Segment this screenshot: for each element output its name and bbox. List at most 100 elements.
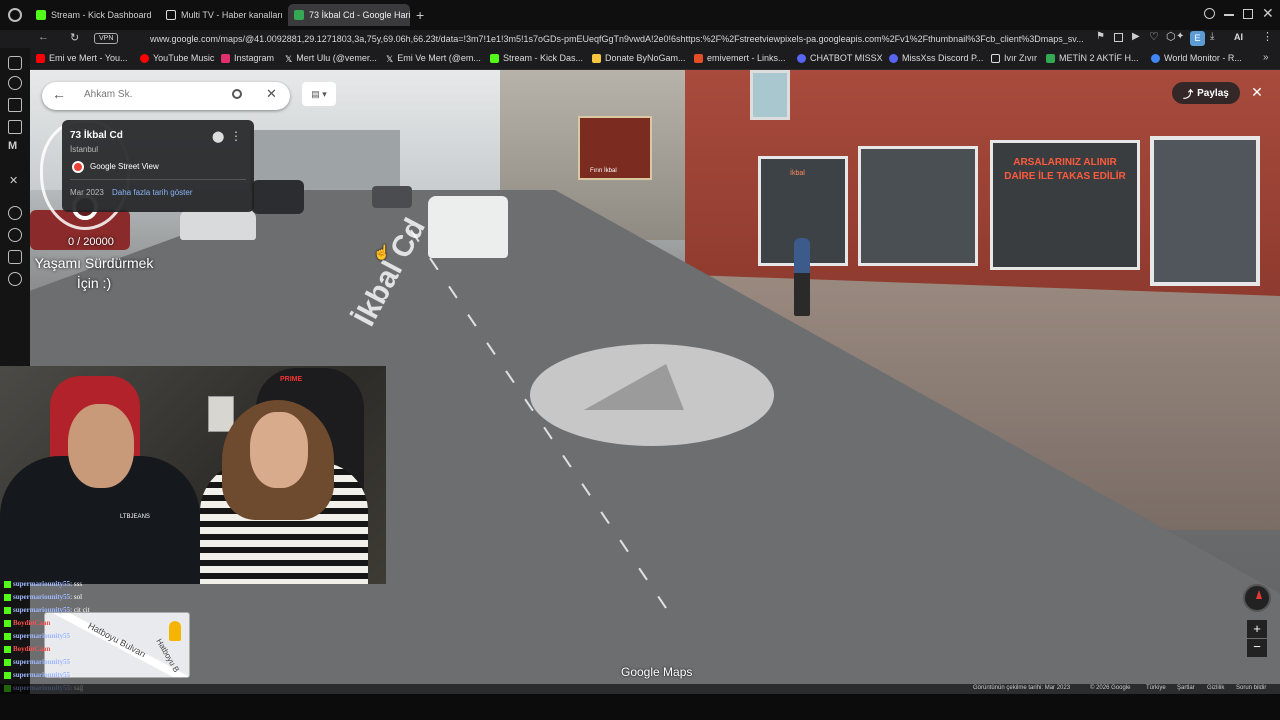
play-icon[interactable]: ▶ [1132,31,1140,42]
chat-username[interactable]: supermariounity55 [13,606,70,614]
capture-date-footer: Görüntünün çekilme tarihi: Mar 2023 [973,685,1071,691]
vpn-badge[interactable]: VPN [94,33,119,44]
chat-username[interactable]: supermariounity55 [13,580,70,588]
settings-gear-icon[interactable] [8,272,22,286]
bookmark-item[interactable]: Stream - Kick Das... [490,53,583,63]
chat-username[interactable]: BoydinCaan [13,645,50,653]
privacy-link[interactable]: Gizlilik [1207,685,1224,691]
bookmark-label: Donate ByNoGam... [605,53,686,63]
bookmark-item[interactable]: Emi ve Mert - You... [36,53,128,63]
place-title[interactable]: 73 İkbal Cd [70,130,123,141]
bookmark-item[interactable]: CHATBOT MISSX [797,53,883,63]
new-tab-button[interactable]: + [416,7,424,23]
bookmarks-overflow-icon[interactable]: » [1263,52,1269,63]
puzzle-icon[interactable] [8,250,22,264]
search-tabs-icon[interactable] [1204,8,1215,19]
bookmark-item[interactable]: 𝕏 Mert Ulu (@vemer... [285,53,377,64]
place-info-card: 73 İkbal Cd İstanbul ⬤ ⋮ Google Street V… [62,120,254,212]
minimize-button[interactable] [1224,14,1234,16]
wallet-icon[interactable] [8,98,22,112]
screenshot-icon[interactable] [1114,33,1123,42]
compass-icon[interactable] [1243,584,1271,612]
folder-icon [991,53,1000,63]
maps-search-input[interactable] [84,89,214,100]
bookmark-item[interactable]: emivemert - Links... [694,53,786,63]
download-icon[interactable]: ⤓ [1210,31,1214,42]
url-field[interactable] [150,32,1090,46]
chat-message: supermariounity55: sol [4,593,82,601]
youtube-music-icon [140,53,149,63]
close-street-view-icon[interactable]: ✕ [1247,82,1267,102]
bookmark-item[interactable]: YouTube Music [140,53,214,63]
google-maps-icon [294,10,304,20]
tab-google-maps[interactable]: 73 İkbal Cd - Google Harit [288,4,410,26]
history-icon[interactable] [8,76,22,90]
bookmark-item[interactable]: Instagram [221,53,274,63]
bookmark-folder[interactable]: Ivır Zıvır [991,53,1037,63]
parked-car [252,180,304,214]
x-app-icon[interactable]: ✕ [9,174,18,187]
bookmark-label: Emi Ve Mert (@em... [397,53,481,63]
chat-username[interactable]: supermariounity55 [13,671,70,679]
chat-username[interactable]: supermariounity55 [13,593,70,601]
zoom-in-button[interactable]: + [1247,620,1267,638]
maximize-button[interactable] [1243,9,1253,19]
person-left-head [68,404,134,488]
share-button[interactable]: ⤴ Paylaş [1172,82,1240,104]
bookmark-item[interactable]: METİN 2 AKTİF H... [1046,53,1139,63]
clear-search-icon[interactable]: ✕ [266,86,277,102]
panel-icon[interactable] [8,56,22,70]
x-icon: 𝕏 [386,53,394,64]
discord-icon [889,53,898,63]
kick-icon [36,10,46,20]
feedback-link[interactable]: Sorun bildir [1236,685,1266,691]
terms-link[interactable]: Şartlar [1177,685,1195,691]
back-arrow-icon[interactable]: ← [52,86,66,102]
parked-car [180,210,256,240]
tab-kick-dashboard[interactable]: Stream - Kick Dashboard [30,4,158,26]
notes-icon[interactable] [8,120,22,134]
chat-message: supermariounity55: [4,671,72,679]
heart-icon[interactable]: ♡ [1149,30,1159,43]
m-app-icon[interactable]: M [8,140,17,152]
bookmark-item[interactable]: Donate ByNoGam... [592,53,686,63]
chat-text: sol [73,593,83,601]
extensions-icon[interactable]: ✦ [1176,31,1184,42]
chat-text: cit cit [73,606,90,614]
bookmark-item[interactable]: World Monitor - R... [1151,53,1242,63]
share-icon: ⤴ [1183,89,1194,101]
clock-icon[interactable] [8,228,22,242]
search-icon[interactable] [232,89,242,99]
more-options-icon[interactable]: ⋮ [230,129,242,143]
reload-icon[interactable]: ↻ [70,31,79,44]
chat-username[interactable]: BoydinCaan [13,619,50,627]
chat-username[interactable]: supermariounity55 [13,632,70,640]
country-link[interactable]: Türkiye [1146,685,1166,691]
profile-avatar[interactable]: E [1190,31,1205,46]
tab-label: Stream - Kick Dashboard [51,10,152,20]
record-icon[interactable] [8,206,22,220]
layers-toggle-icon[interactable]: ▤ ▾ [302,82,336,106]
links-icon [694,53,703,63]
bookmark-item[interactable]: 𝕏 Emi Ve Mert (@em... [386,53,481,64]
back-icon[interactable]: ← [38,31,49,43]
cube-icon[interactable]: ⬡ [1166,30,1176,43]
bookmark-label: Emi ve Mert - You... [49,53,128,63]
tab-multi-tv[interactable]: Multi TV - Haber kanalları [160,4,284,26]
mouse-cursor-icon: ☝ [373,244,391,260]
chat-text: sss [73,580,83,588]
chair-brand-text: PRIME [280,376,303,383]
ai-button[interactable]: AI [1234,32,1243,42]
close-window-button[interactable]: ✕ [1262,5,1274,22]
more-menu-icon[interactable]: ⋮ [1262,30,1273,43]
browser-menu-icon[interactable] [8,8,22,22]
bookmark-item[interactable]: MissXss Discord P... [889,53,983,63]
chat-username[interactable]: supermariounity55 [13,658,70,666]
bookmark-star-icon[interactable]: ⚑ [1096,31,1105,42]
copyright: © 2026 Google [1090,685,1131,691]
shop-name-text: İkbal [790,170,805,177]
more-dates-link[interactable]: Daha fazla tarih göster [112,188,193,197]
bookmark-label: MissXss Discord P... [902,53,984,63]
location-pin-icon[interactable]: ⬤ [212,130,224,143]
zoom-out-button[interactable]: − [1247,639,1267,657]
